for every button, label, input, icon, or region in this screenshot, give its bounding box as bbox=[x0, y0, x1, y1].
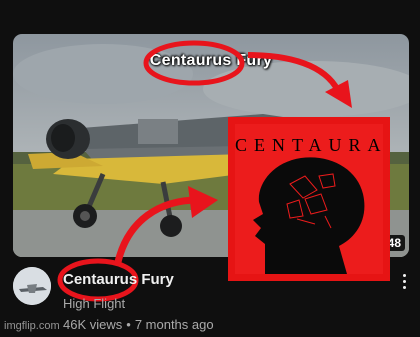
plane-avatar-icon bbox=[13, 267, 51, 305]
album-art-overlay: CENTAURA bbox=[228, 117, 390, 281]
more-vert-icon[interactable] bbox=[397, 272, 411, 292]
upload-age: 7 months ago bbox=[134, 317, 214, 332]
view-count: 46K views bbox=[63, 317, 123, 332]
channel-name[interactable]: High Flight bbox=[63, 296, 125, 311]
channel-avatar[interactable] bbox=[13, 267, 51, 305]
video-metadata: 46K views • 7 months ago bbox=[63, 317, 214, 332]
video-title[interactable]: Centaurus Fury bbox=[63, 271, 174, 288]
silhouette-head-icon bbox=[253, 157, 365, 274]
meta-separator: • bbox=[126, 317, 131, 332]
thumbnail-title-text: Centaurus Fury bbox=[149, 52, 273, 69]
watermark: imgflip.com bbox=[4, 320, 60, 332]
